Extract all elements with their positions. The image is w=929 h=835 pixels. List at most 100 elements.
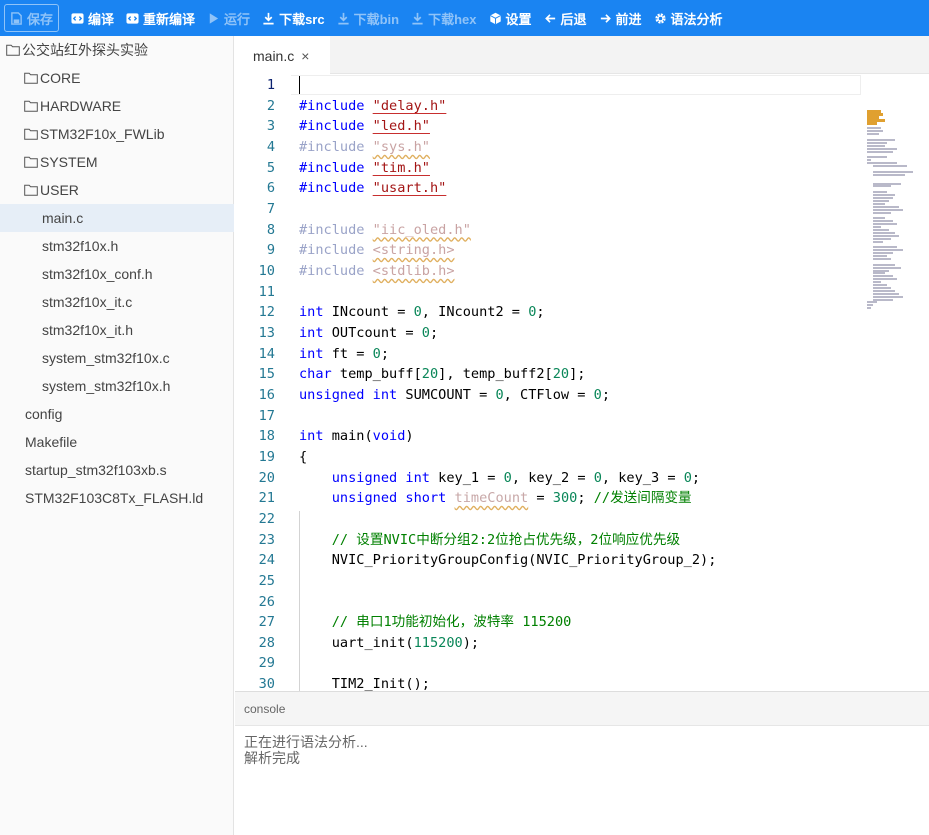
tree-file[interactable]: system_stm32f10x.c <box>0 344 234 372</box>
minimap-line <box>873 231 895 234</box>
code-token: "usart.h" <box>372 180 447 197</box>
code-token: #include <box>299 242 365 259</box>
code-token: unsigned <box>331 490 398 507</box>
minimap-line <box>873 226 881 228</box>
minimap-line <box>873 272 885 275</box>
minimap-line <box>873 205 899 208</box>
tree-folder[interactable]: SYSTEM <box>0 148 234 176</box>
line-code: TIM2_Init(); <box>299 674 430 691</box>
download-hex-button[interactable]: 下载hex <box>405 4 482 32</box>
line-number: 17 <box>258 407 275 424</box>
minimap-line <box>867 156 887 159</box>
syntax-analysis-button[interactable]: 语法分析 <box>648 4 729 32</box>
tree-folder[interactable]: STM32F10x_FWLib <box>0 120 234 148</box>
tree-file[interactable]: startup_stm32f103xb.s <box>0 456 234 484</box>
tree-file[interactable]: Makefile <box>0 428 234 456</box>
gear-icon <box>654 12 666 24</box>
tree-item-label: system_stm32f10x.h <box>42 378 171 394</box>
minimap-line <box>873 191 887 194</box>
tree-item-label: SYSTEM <box>40 154 98 170</box>
code-token: int <box>299 304 324 321</box>
console-line: 解析完成 <box>244 750 300 766</box>
tree-folder[interactable]: HARDWARE <box>0 92 234 120</box>
tree-file[interactable]: stm32f10x_it.h <box>0 316 234 344</box>
console-line: 正在进行语法分析... <box>244 734 368 750</box>
folder-icon <box>24 184 38 196</box>
tree-file[interactable]: STM32F103C8Tx_FLASH.ld <box>0 484 234 512</box>
code-token: // 设置NVIC中断分组2:2位抢占优先级，2位响应优先级 <box>331 531 681 548</box>
tree-item-label: stm32f10x_it.c <box>42 294 133 310</box>
line-code: unsigned short timeCount = 300; //发送间隔变量 <box>299 488 692 508</box>
minimap-line <box>873 257 891 260</box>
minimap-line <box>873 237 891 240</box>
minimap-line <box>873 208 903 211</box>
tree-folder[interactable]: USER <box>0 176 234 204</box>
code-editor[interactable]: main.c × 1 2 #include "delay.h" 3 #include "… <box>235 36 929 691</box>
tree-file[interactable]: main.c <box>0 204 234 232</box>
code-token: 20 <box>552 366 570 383</box>
folder-icon <box>24 72 38 84</box>
minimap-line <box>867 139 895 141</box>
code-token: NVIC_PriorityGroupConfig(NVIC_PriorityGr… <box>299 552 717 569</box>
download-bin-button[interactable]: 下载bin <box>331 4 406 32</box>
code-token: //发送间隔变量 <box>593 490 692 507</box>
code-token: main( <box>323 428 373 445</box>
minimap-line <box>867 301 877 304</box>
tree-file[interactable]: stm32f10x.h <box>0 232 234 260</box>
code-token: "delay.h" <box>372 97 447 114</box>
minimap-line <box>873 182 901 185</box>
code-token: uart_init( <box>299 634 414 651</box>
line-code: int ft = 0; <box>299 344 389 364</box>
arrow-right-icon <box>600 13 611 23</box>
minimap-line <box>873 281 881 284</box>
code-token: INcount = <box>323 304 414 321</box>
tree-project-root[interactable]: 公交站红外探头实验 <box>0 36 234 64</box>
back-button[interactable]: 后退 <box>538 4 593 32</box>
settings-button[interactable]: 设置 <box>483 4 538 32</box>
line-number: 4 <box>266 138 275 155</box>
run-button[interactable]: 运行 <box>201 4 256 32</box>
minimap-line <box>873 269 889 272</box>
code-token: timeCount <box>454 490 529 507</box>
tree-file[interactable]: stm32f10x_it.c <box>0 288 234 316</box>
save-label: 保存 <box>27 11 54 27</box>
code-token: OUTcount = <box>323 324 422 341</box>
save-button[interactable]: 保存 <box>4 4 60 32</box>
download-icon <box>412 12 423 24</box>
code-token: 0 <box>503 469 512 486</box>
tree-file[interactable]: system_stm32f10x.h <box>0 372 234 400</box>
minimap-line <box>873 263 895 266</box>
code-token: unsigned <box>331 469 398 486</box>
tab-main-c[interactable]: main.c × <box>235 36 330 75</box>
minimap[interactable] <box>867 110 929 310</box>
download-src-button[interactable]: 下载src <box>256 4 331 32</box>
tree-file[interactable]: stm32f10x_conf.h <box>0 260 234 288</box>
forward-button[interactable]: 前进 <box>593 4 648 32</box>
tab-label: main.c <box>253 47 295 64</box>
line-number: 11 <box>258 283 275 300</box>
recompile-button[interactable]: 重新编译 <box>120 4 201 32</box>
code-token: 115200 <box>413 634 463 651</box>
minimap-line <box>873 278 897 281</box>
tree-file[interactable]: config <box>0 400 234 428</box>
recompile-label: 重新编译 <box>143 11 196 27</box>
tree-folder[interactable]: CORE <box>0 64 234 92</box>
tree-item-label: stm32f10x_conf.h <box>42 266 153 282</box>
indent-guide <box>299 511 300 691</box>
code-line: 11 <box>235 282 929 302</box>
minimap-line <box>873 223 897 226</box>
minimap-line <box>873 275 893 278</box>
compile-button[interactable]: 编译 <box>65 4 120 32</box>
close-icon[interactable]: × <box>301 48 309 64</box>
line-code: unsigned int key_1 = 0, key_2 = 0, key_3… <box>299 468 700 488</box>
code-token: 0 <box>683 469 692 486</box>
code-line: 4 #include "sys.h" <box>235 137 929 157</box>
line-number: 7 <box>266 200 275 217</box>
minimap-line <box>873 173 905 176</box>
code-area[interactable]: 1 2 #include "delay.h" 3 #include "led.h" 4 #i… <box>235 74 929 691</box>
